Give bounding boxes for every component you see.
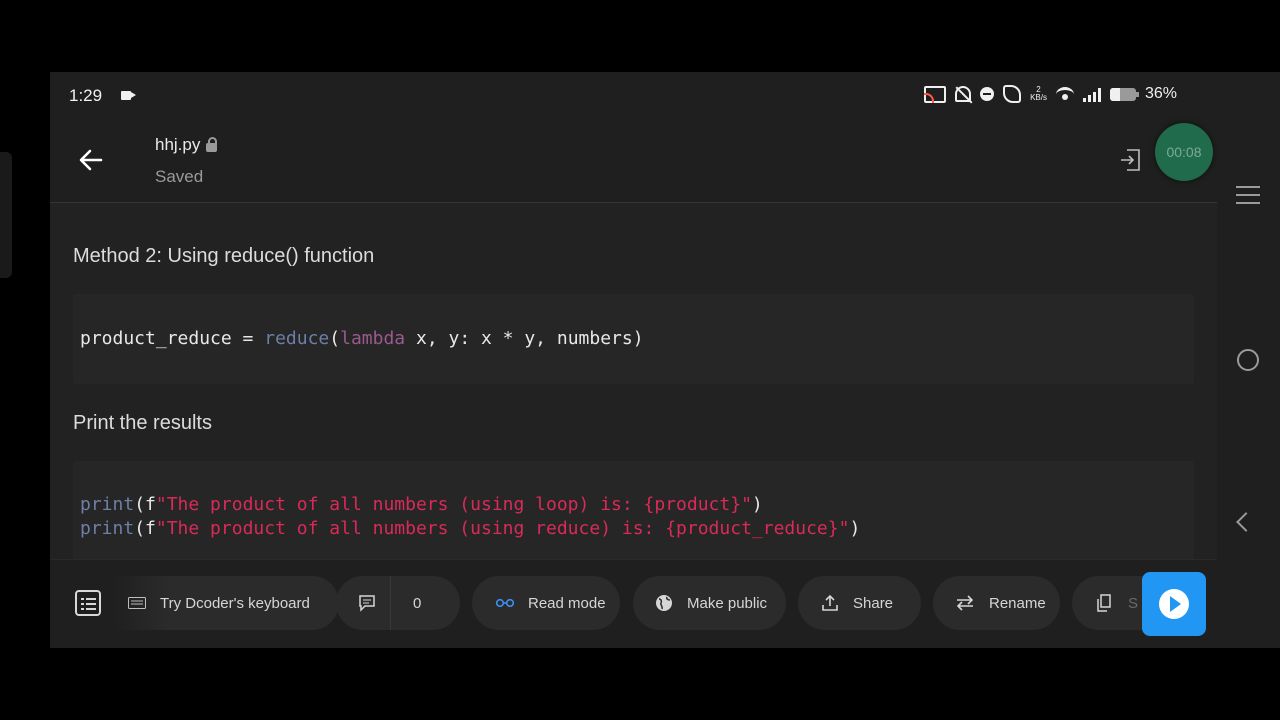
code-close-2: ) <box>849 518 861 539</box>
glasses-icon <box>496 598 514 608</box>
lock-icon <box>206 136 218 152</box>
comments-count: 0 <box>413 594 422 612</box>
app-header: hhj.py Saved <box>50 120 1217 203</box>
make-public-chip[interactable]: Make public <box>633 576 786 630</box>
status-icons: 2 KB/s 36% <box>924 85 1177 103</box>
share-chip[interactable]: Share <box>798 576 921 630</box>
code-block-reduce[interactable]: product_reduce = reduce(lambda x, y: x *… <box>73 294 1194 384</box>
network-speed: 2 KB/s <box>1030 86 1047 102</box>
read-mode-label: Read mode <box>528 594 606 612</box>
code-eq: = <box>231 328 265 349</box>
file-title[interactable]: hhj.py <box>155 135 218 155</box>
code-close-1: ) <box>751 494 763 515</box>
share-icon <box>822 594 838 611</box>
make-public-label: Make public <box>687 594 768 612</box>
bottom-toolbar: Try Dcoder's keyboard 0 Read mode Make p… <box>50 559 1217 648</box>
rename-label: Rename <box>989 594 1046 612</box>
code-args: x, y: x * y, numbers) <box>405 328 644 349</box>
wifi-icon <box>1055 86 1074 102</box>
share-label: Share <box>853 594 894 612</box>
comments-chip[interactable]: 0 <box>336 576 460 630</box>
network-speed-unit: KB/s <box>1030 93 1047 102</box>
globe-icon <box>656 595 672 611</box>
heading-method-2: Method 2: Using reduce() function <box>73 245 375 267</box>
code-print-1: print <box>80 494 135 515</box>
code-fn-reduce: reduce <box>264 328 330 349</box>
back-arrow-icon[interactable] <box>77 146 105 174</box>
notebook-content: Method 2: Using reduce() function produc… <box>50 203 1217 559</box>
status-time: 1:29 <box>69 86 103 105</box>
run-button[interactable] <box>1142 572 1206 636</box>
exit-icon[interactable] <box>1119 148 1141 172</box>
code-block-print[interactable]: print(f"The product of all numbers (usin… <box>73 461 1194 559</box>
edge-panel <box>0 152 12 278</box>
recents-icon[interactable] <box>1236 186 1260 210</box>
recording-timer[interactable]: 00:08 <box>1155 123 1213 181</box>
code-open-2: (f <box>134 518 156 539</box>
code-paren: ( <box>329 328 341 349</box>
save-status: Saved <box>155 167 204 186</box>
file-name: hhj.py <box>155 135 201 154</box>
copy-file-icon <box>1097 594 1111 612</box>
code-string-1: "The product of all numbers (using loop)… <box>155 494 752 515</box>
comment-icon <box>359 595 375 612</box>
screen-record-icon <box>121 91 136 100</box>
save-as-label: S <box>1128 594 1139 612</box>
app-screen: 1:29 2 KB/s 36% hhj.py Saved 00:08 Metho… <box>50 72 1280 648</box>
outline-list-icon[interactable] <box>75 590 101 616</box>
status-bar: 1:29 2 KB/s 36% <box>50 72 1217 120</box>
code-open-1: (f <box>134 494 156 515</box>
cast-icon <box>924 85 947 103</box>
keyboard-icon <box>128 597 146 609</box>
do-not-disturb-icon <box>980 87 995 101</box>
code-var: product_reduce <box>80 328 232 349</box>
signal-icon <box>1082 86 1101 102</box>
rename-chip[interactable]: Rename <box>933 576 1060 630</box>
nav-back-icon[interactable] <box>1236 512 1256 532</box>
keyboard-label: Try Dcoder's keyboard <box>160 594 310 612</box>
read-mode-chip[interactable]: Read mode <box>472 576 620 630</box>
heading-print-results: Print the results <box>73 412 212 434</box>
battery-icon <box>1109 87 1139 101</box>
play-icon <box>1159 589 1189 619</box>
code-string-2: "The product of all numbers (using reduc… <box>155 518 850 539</box>
battery-percent: 36% <box>1144 85 1177 102</box>
keyboard-chip[interactable]: Try Dcoder's keyboard <box>112 576 339 630</box>
home-icon[interactable] <box>1237 349 1259 371</box>
chip-divider <box>390 576 391 630</box>
swap-arrows-icon <box>956 595 974 611</box>
wifi-calling-icon <box>1003 85 1022 103</box>
bell-muted-icon <box>955 86 972 102</box>
system-nav-bar <box>1217 120 1280 648</box>
code-print-2: print <box>80 518 135 539</box>
code-kw-lambda: lambda <box>340 328 406 349</box>
